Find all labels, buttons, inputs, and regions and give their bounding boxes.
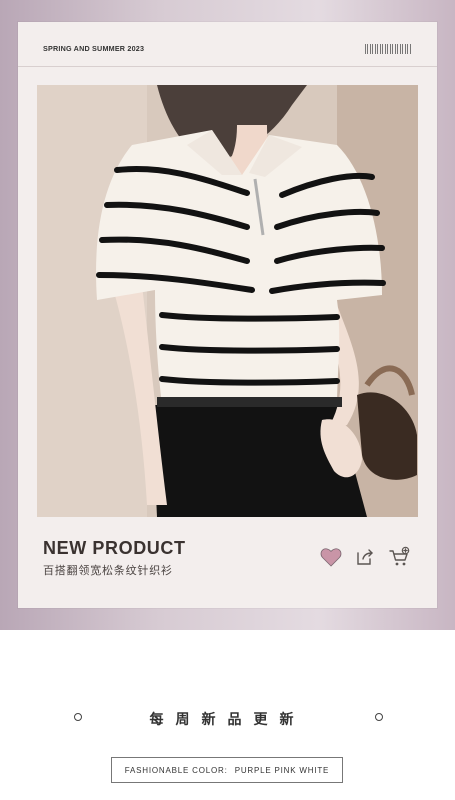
share-button[interactable] [354,546,376,568]
product-card: SPRING AND SUMMER 2023 NEW PRODUCT 百搭翻领宽… [18,22,437,608]
add-to-cart-button[interactable] [388,546,410,568]
header-divider [18,66,437,67]
fashion-color-label: FASHIONABLE COLOR: [124,765,228,775]
product-title: NEW PRODUCT [43,538,186,558]
fashion-color-box: FASHIONABLE COLOR: PURPLE PINK WHITE [111,757,343,783]
fashion-color-values: PURPLE PINK WHITE [234,765,330,775]
barcode-icon [365,44,411,54]
add-to-cart-icon [389,546,410,566]
heart-icon [320,548,342,567]
weekly-new-banner: 每周新品更新 [0,706,455,732]
weekly-new-tagline: 每周新品更新 [149,712,306,728]
model-illustration [37,85,418,517]
product-photo[interactable] [37,85,418,517]
season-label: SPRING AND SUMMER 2023 [43,44,145,53]
favorite-button[interactable] [320,546,342,568]
right-dot-icon [375,713,383,721]
product-subtitle: 百搭翻领宽松条纹针织衫 [43,564,173,577]
fashion-color-text: FASHIONABLE COLOR: PURPLE PINK WHITE [125,766,329,775]
product-actions [320,546,410,568]
share-icon [357,549,373,565]
